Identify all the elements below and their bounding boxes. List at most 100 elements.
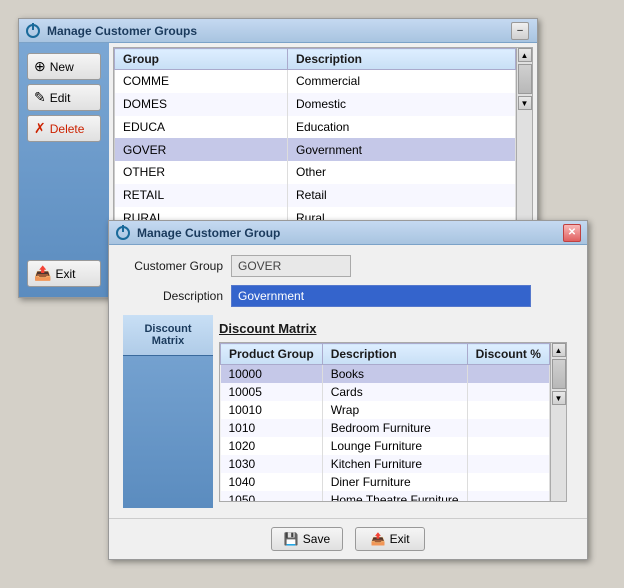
exit-icon: 📤 <box>34 265 51 282</box>
table-row[interactable]: COMMECommercial <box>115 70 516 93</box>
main-sidebar: ⊕ New ✎ Edit ✗ Delete 📤 Exit <box>19 43 109 297</box>
sub-exit-icon: 📤 <box>371 532 386 546</box>
group-cell: DOMES <box>115 93 288 116</box>
description-label: Description <box>123 289 223 303</box>
scroll-up-arrow[interactable]: ▲ <box>518 48 532 62</box>
group-cell: OTHER <box>115 161 288 184</box>
list-item[interactable]: 10005Cards <box>221 383 550 401</box>
list-item[interactable]: 1050Home Theatre Furniture <box>221 491 550 502</box>
new-label: New <box>50 60 74 74</box>
discount-cell <box>467 437 549 455</box>
col-desc: Description <box>322 344 467 365</box>
tab-sidebar: Discount Matrix <box>123 315 213 508</box>
tab-panel: Discount Matrix Discount Matrix Product … <box>123 315 573 508</box>
close-button[interactable]: ✕ <box>563 224 581 242</box>
sub-window-title: Manage Customer Group <box>137 226 563 240</box>
product-group-cell: 1030 <box>221 455 323 473</box>
product-desc-cell: Kitchen Furniture <box>322 455 467 473</box>
group-cell: GOVER <box>115 138 288 161</box>
new-icon: ⊕ <box>34 58 46 75</box>
description-row: Description <box>123 285 573 307</box>
discount-scroll-down[interactable]: ▼ <box>552 391 566 405</box>
desc-cell: Domestic <box>287 93 515 116</box>
discount-table-wrapper: Product Group Description Discount % 100… <box>219 342 567 502</box>
product-desc-cell: Cards <box>322 383 467 401</box>
table-row[interactable]: RETAILRetail <box>115 184 516 207</box>
product-group-cell: 1050 <box>221 491 323 502</box>
table-row[interactable]: OTHEROther <box>115 161 516 184</box>
desc-cell: Commercial <box>287 70 515 93</box>
discount-scroll-thumb[interactable] <box>552 359 566 389</box>
list-item[interactable]: 10010Wrap <box>221 401 550 419</box>
discount-scrollbar[interactable]: ▲ ▼ <box>550 343 566 501</box>
description-input[interactable] <box>231 285 531 307</box>
sub-exit-button[interactable]: 📤 Exit <box>355 527 425 551</box>
edit-label: Edit <box>50 91 71 105</box>
edit-button[interactable]: ✎ Edit <box>27 84 101 111</box>
list-item[interactable]: 1020Lounge Furniture <box>221 437 550 455</box>
col-description: Description <box>287 49 515 70</box>
scroll-down-arrow[interactable]: ▼ <box>518 96 532 110</box>
main-window-icon <box>25 23 41 39</box>
table-row[interactable]: EDUCAEducation <box>115 116 516 139</box>
minimize-button[interactable]: – <box>511 22 529 40</box>
discount-table-body: 10000Books10005Cards10010Wrap1010Bedroom… <box>221 365 550 503</box>
sub-window: Manage Customer Group ✕ Customer Group D… <box>108 220 588 560</box>
save-button[interactable]: 💾 Save <box>271 527 343 551</box>
main-window-title: Manage Customer Groups <box>47 24 511 38</box>
list-item[interactable]: 10000Books <box>221 365 550 384</box>
sub-exit-label: Exit <box>390 532 410 546</box>
customer-group-row: Customer Group <box>123 255 573 277</box>
col-group: Group <box>115 49 288 70</box>
col-discount: Discount % <box>467 344 549 365</box>
discount-cell <box>467 383 549 401</box>
desc-cell: Other <box>287 161 515 184</box>
main-title-bar: Manage Customer Groups – <box>19 19 537 43</box>
desc-cell: Government <box>287 138 515 161</box>
new-button[interactable]: ⊕ New <box>27 53 101 80</box>
product-desc-cell: Bedroom Furniture <box>322 419 467 437</box>
delete-icon: ✗ <box>34 120 46 137</box>
product-desc-cell: Home Theatre Furniture <box>322 491 467 502</box>
desc-cell: Education <box>287 116 515 139</box>
product-group-cell: 10000 <box>221 365 323 384</box>
discount-scroll-up[interactable]: ▲ <box>552 343 566 357</box>
discount-matrix-content: Discount Matrix Product Group Descriptio… <box>213 315 573 508</box>
product-group-cell: 1020 <box>221 437 323 455</box>
discount-matrix-table: Product Group Description Discount % 100… <box>220 343 550 502</box>
exit-button[interactable]: 📤 Exit <box>27 260 101 287</box>
list-item[interactable]: 1040Diner Furniture <box>221 473 550 491</box>
table-row[interactable]: DOMESDomestic <box>115 93 516 116</box>
discount-cell <box>467 419 549 437</box>
list-item[interactable]: 1010Bedroom Furniture <box>221 419 550 437</box>
discount-matrix-title: Discount Matrix <box>219 321 567 336</box>
discount-cell <box>467 365 549 384</box>
col-product-group: Product Group <box>221 344 323 365</box>
discount-cell <box>467 455 549 473</box>
customer-group-label: Customer Group <box>123 259 223 273</box>
edit-icon: ✎ <box>34 89 46 106</box>
exit-container: 📤 Exit <box>27 260 101 287</box>
product-group-cell: 10010 <box>221 401 323 419</box>
list-item[interactable]: 1030Kitchen Furniture <box>221 455 550 473</box>
product-group-cell: 10005 <box>221 383 323 401</box>
discount-cell <box>467 491 549 502</box>
product-desc-cell: Lounge Furniture <box>322 437 467 455</box>
save-label: Save <box>303 532 330 546</box>
discount-cell <box>467 401 549 419</box>
product-group-cell: 1040 <box>221 473 323 491</box>
group-cell: EDUCA <box>115 116 288 139</box>
customer-group-input[interactable] <box>231 255 351 277</box>
product-desc-cell: Books <box>322 365 467 384</box>
delete-button[interactable]: ✗ Delete <box>27 115 101 142</box>
discount-matrix-tab[interactable]: Discount Matrix <box>123 315 213 356</box>
discount-cell <box>467 473 549 491</box>
bottom-bar: 💾 Save 📤 Exit <box>109 518 587 559</box>
table-row[interactable]: GOVERGovernment <box>115 138 516 161</box>
product-desc-cell: Wrap <box>322 401 467 419</box>
scroll-thumb[interactable] <box>518 64 532 94</box>
product-group-cell: 1010 <box>221 419 323 437</box>
group-cell: RETAIL <box>115 184 288 207</box>
save-icon: 💾 <box>284 532 299 546</box>
delete-label: Delete <box>50 122 85 136</box>
